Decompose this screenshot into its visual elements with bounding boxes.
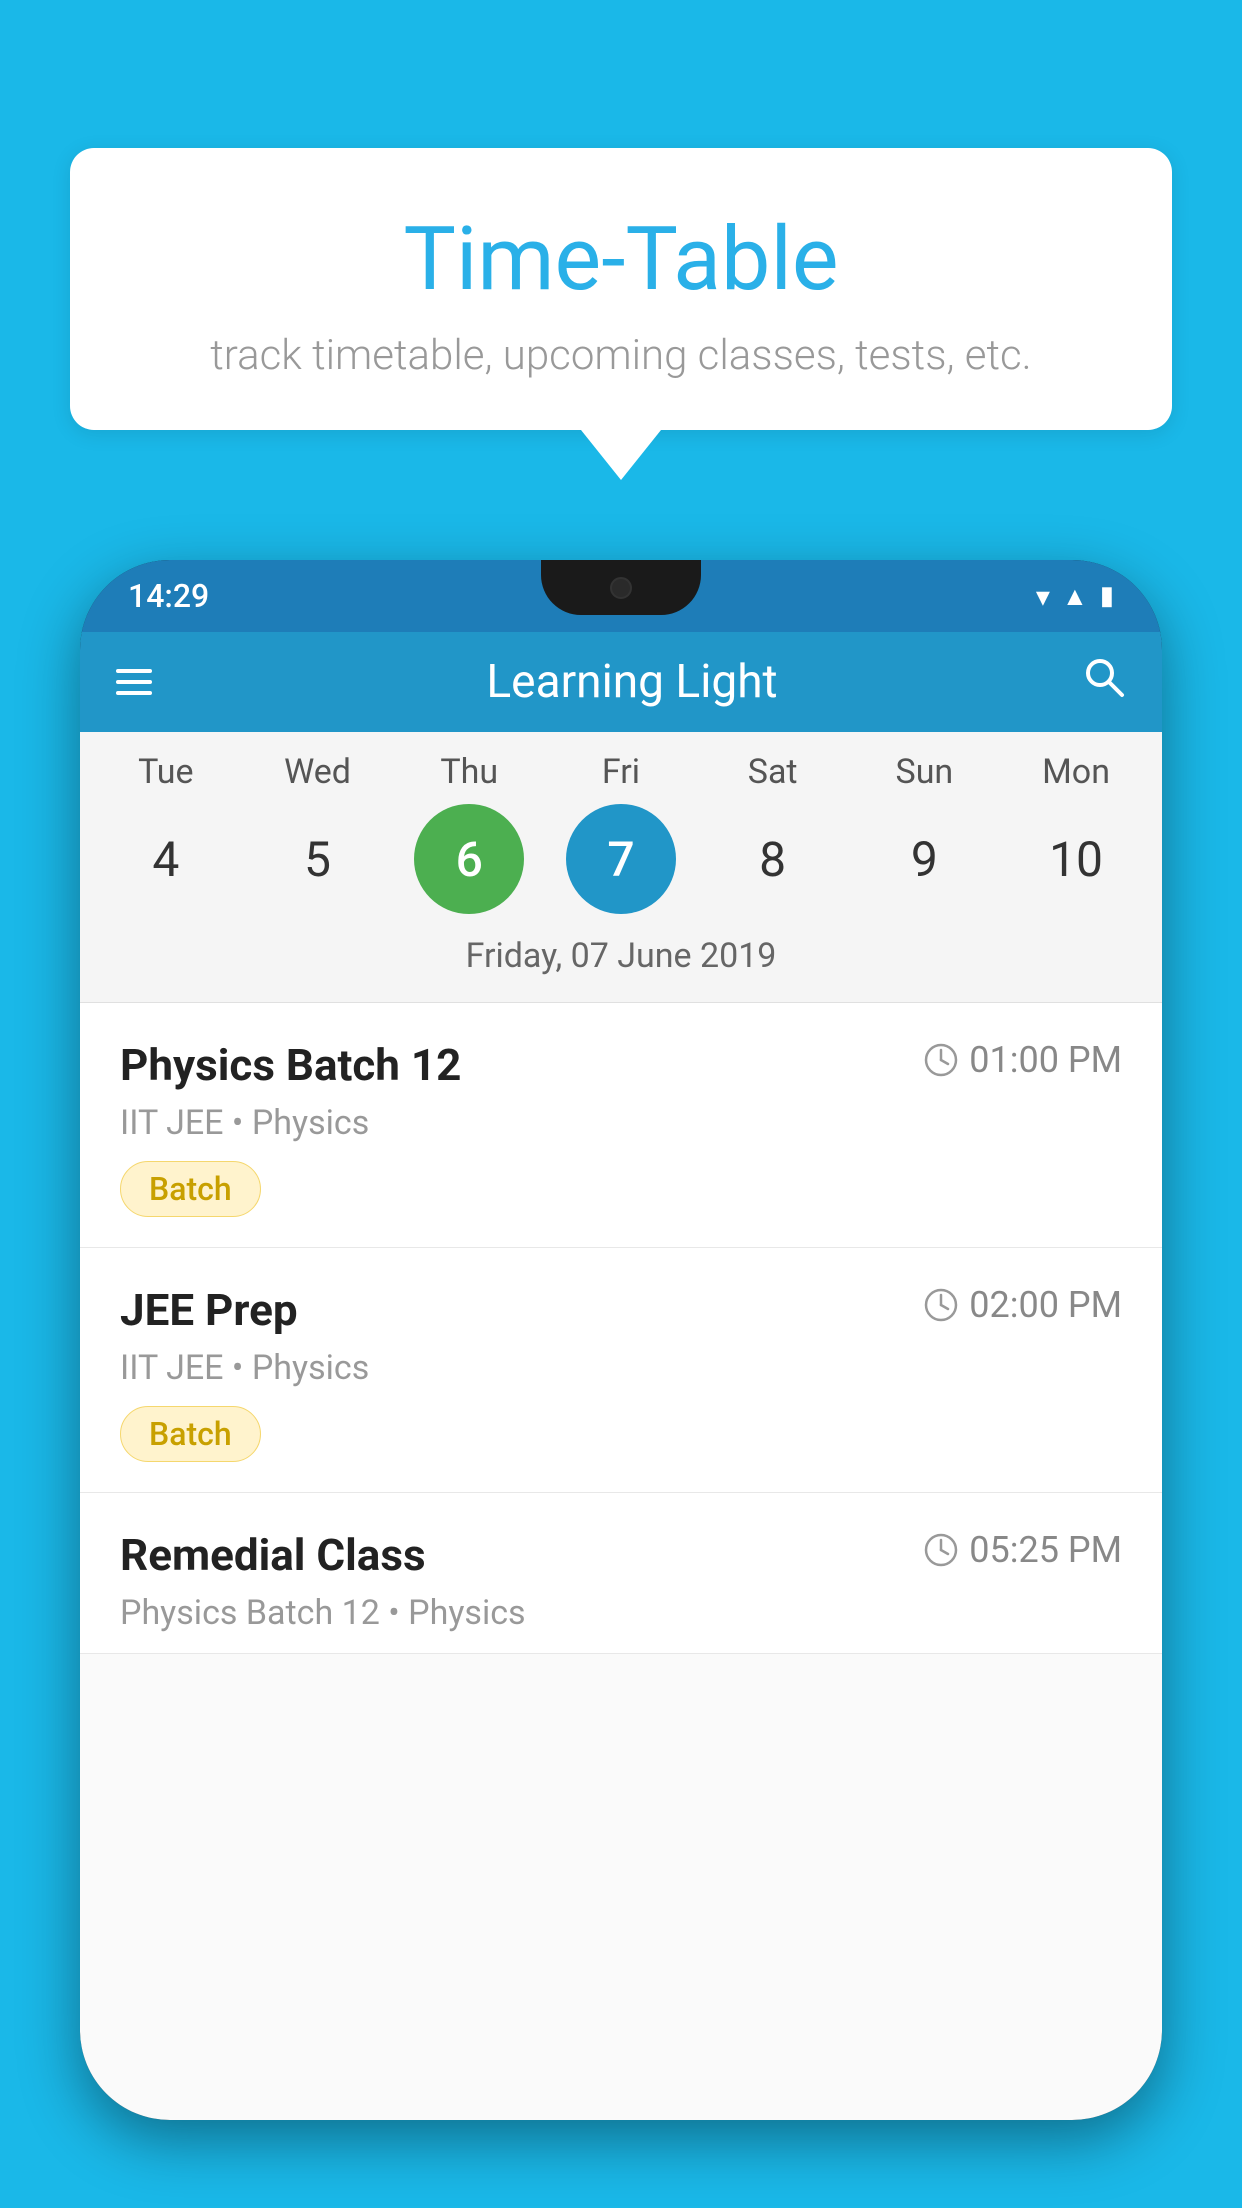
day-5[interactable]: 5 [263, 804, 373, 914]
calendar-strip: Tue Wed Thu Fri Sat Sun Mon 4 5 6 7 8 9 … [80, 732, 1162, 1003]
day-numbers: 4 5 6 7 8 9 10 [90, 804, 1152, 914]
app-feature-subtitle: track timetable, upcoming classes, tests… [150, 331, 1092, 380]
app-title: Learning Light [182, 655, 1082, 709]
class-name-1: Physics Batch 12 [120, 1039, 461, 1091]
day-name-fri: Fri [556, 752, 686, 792]
class-time-3: 05:25 PM [923, 1529, 1122, 1571]
day-name-mon: Mon [1011, 752, 1141, 792]
phone-device: 14:29 ▾ ▲ ▮ Learning Light [80, 560, 1162, 2120]
class-time-text-2: 02:00 PM [969, 1284, 1122, 1326]
app-feature-title: Time-Table [150, 208, 1092, 311]
batch-badge-1: Batch [120, 1161, 261, 1217]
app-bar: Learning Light [80, 632, 1162, 732]
day-7-selected[interactable]: 7 [566, 804, 676, 914]
class-item-jee-prep[interactable]: JEE Prep 02:00 PM IIT JEE • Physics Batc… [80, 1248, 1162, 1493]
day-9[interactable]: 9 [869, 804, 979, 914]
day-name-wed: Wed [253, 752, 383, 792]
camera-dot [610, 577, 632, 599]
clock-icon-3 [923, 1532, 959, 1568]
class-time-text-3: 05:25 PM [969, 1529, 1122, 1571]
clock-icon-2 [923, 1287, 959, 1323]
class-time-1: 01:00 PM [923, 1039, 1122, 1081]
wifi-icon: ▾ [1036, 580, 1050, 613]
class-item-physics-batch[interactable]: Physics Batch 12 01:00 PM IIT JEE • Phys… [80, 1003, 1162, 1248]
status-time: 14:29 [128, 577, 209, 615]
class-item-header-1: Physics Batch 12 01:00 PM [120, 1039, 1122, 1091]
day-headers: Tue Wed Thu Fri Sat Sun Mon [90, 752, 1152, 792]
search-button[interactable] [1082, 655, 1126, 710]
phone-screen: Tue Wed Thu Fri Sat Sun Mon 4 5 6 7 8 9 … [80, 732, 1162, 2120]
day-name-sat: Sat [708, 752, 838, 792]
status-bar: 14:29 ▾ ▲ ▮ [80, 560, 1162, 632]
class-time-text-1: 01:00 PM [969, 1039, 1122, 1081]
class-subtitle-1: IIT JEE • Physics [120, 1103, 1122, 1143]
selected-date-label: Friday, 07 June 2019 [90, 928, 1152, 992]
status-icons: ▾ ▲ ▮ [1036, 580, 1114, 613]
class-list: Physics Batch 12 01:00 PM IIT JEE • Phys… [80, 1003, 1162, 1654]
class-subtitle-3: Physics Batch 12 • Physics [120, 1593, 1122, 1633]
class-time-2: 02:00 PM [923, 1284, 1122, 1326]
day-4[interactable]: 4 [111, 804, 221, 914]
speech-bubble-arrow [581, 430, 661, 480]
class-subtitle-2: IIT JEE • Physics [120, 1348, 1122, 1388]
batch-badge-2: Batch [120, 1406, 261, 1462]
class-item-header-2: JEE Prep 02:00 PM [120, 1284, 1122, 1336]
speech-bubble-section: Time-Table track timetable, upcoming cla… [70, 148, 1172, 480]
phone-notch [541, 560, 701, 615]
day-6-today[interactable]: 6 [414, 804, 524, 914]
class-name-2: JEE Prep [120, 1284, 298, 1336]
day-10[interactable]: 10 [1021, 804, 1131, 914]
class-item-header-3: Remedial Class 05:25 PM [120, 1529, 1122, 1581]
day-name-tue: Tue [101, 752, 231, 792]
day-name-thu: Thu [404, 752, 534, 792]
speech-bubble-card: Time-Table track timetable, upcoming cla… [70, 148, 1172, 430]
battery-icon: ▮ [1100, 581, 1114, 611]
phone-mockup: 14:29 ▾ ▲ ▮ Learning Light [80, 560, 1162, 2208]
hamburger-button[interactable] [116, 669, 152, 695]
class-item-remedial[interactable]: Remedial Class 05:25 PM Physics Batch 12… [80, 1493, 1162, 1654]
class-name-3: Remedial Class [120, 1529, 426, 1581]
clock-icon-1 [923, 1042, 959, 1078]
signal-icon: ▲ [1062, 581, 1088, 612]
day-8[interactable]: 8 [718, 804, 828, 914]
day-name-sun: Sun [859, 752, 989, 792]
